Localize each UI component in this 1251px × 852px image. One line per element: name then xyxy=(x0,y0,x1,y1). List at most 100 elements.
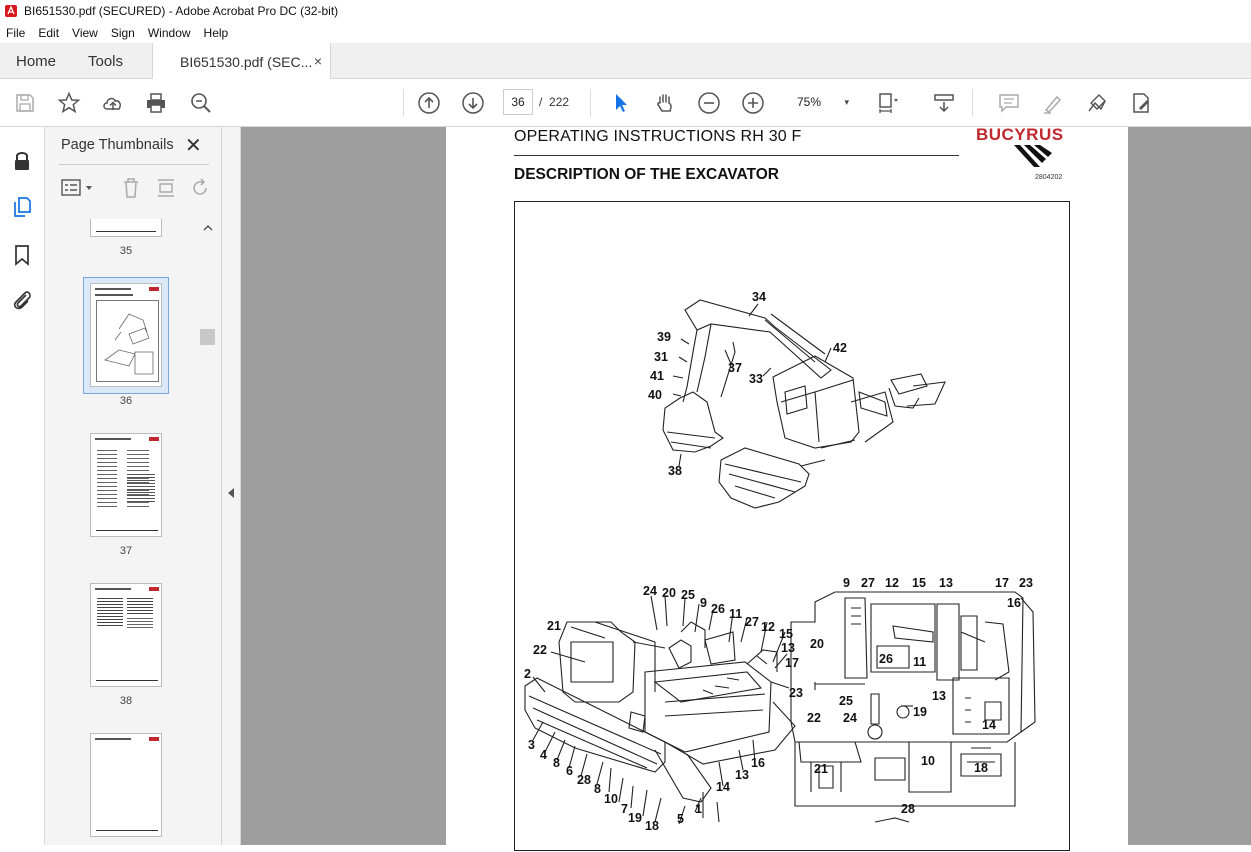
scrollbar-thumb[interactable] xyxy=(200,329,215,345)
callout-label: 23 xyxy=(789,686,803,700)
thumbnail-drawing xyxy=(104,313,154,375)
hand-tool-icon[interactable] xyxy=(653,91,677,115)
zoom-out-icon[interactable] xyxy=(697,91,721,115)
callout-label: 10 xyxy=(604,792,618,806)
callout-label: 17 xyxy=(995,576,1009,590)
callout-label: 27 xyxy=(861,576,875,590)
tab-tools[interactable]: Tools xyxy=(88,43,123,79)
callout-label: 13 xyxy=(939,576,953,590)
callout-label: 31 xyxy=(654,350,668,364)
previous-page-icon[interactable] xyxy=(417,91,441,115)
panel-tools xyxy=(59,175,209,201)
zoom-value: 75% xyxy=(797,95,822,109)
toolbar-separator xyxy=(590,89,591,117)
scroll-up-icon[interactable] xyxy=(203,223,213,233)
left-rail xyxy=(0,127,45,845)
menu-file[interactable]: File xyxy=(6,26,25,40)
panel-collapse-bar[interactable] xyxy=(222,127,241,845)
chevron-down-icon: ▾ xyxy=(844,97,849,107)
toolbar-separator xyxy=(972,89,973,117)
options-menu-icon[interactable] xyxy=(61,179,95,197)
callout-label: 12 xyxy=(761,620,775,634)
callout-label: 33 xyxy=(749,372,763,386)
callout-label: 27 xyxy=(745,615,759,629)
page-fit-icon[interactable] xyxy=(876,91,900,115)
select-cursor-icon[interactable] xyxy=(609,91,633,115)
collapse-arrow-icon[interactable] xyxy=(227,487,235,499)
zoom-in-icon[interactable] xyxy=(741,91,765,115)
callout-label: 22 xyxy=(533,643,547,657)
print-icon[interactable] xyxy=(144,91,168,115)
callout-label: 19 xyxy=(913,705,927,719)
comment-icon[interactable] xyxy=(997,91,1021,115)
thumbnail-page[interactable] xyxy=(90,583,162,687)
pdf-page: OPERATING INSTRUCTIONS RH 30 F DESCRIPTI… xyxy=(446,125,1128,851)
lock-icon[interactable] xyxy=(10,149,34,173)
callout-label: 7 xyxy=(621,802,628,816)
menu-window[interactable]: Window xyxy=(148,26,191,40)
callout-label: 21 xyxy=(814,762,828,776)
attachment-icon[interactable] xyxy=(10,288,34,312)
callout-label: 28 xyxy=(577,773,591,787)
bookmark-icon[interactable] xyxy=(10,243,34,267)
callout-label: 40 xyxy=(648,388,662,402)
callout-label: 14 xyxy=(982,718,996,732)
edit-pdf-icon[interactable] xyxy=(1129,91,1153,115)
callout-label: 23 xyxy=(1019,576,1033,590)
header-rule xyxy=(514,155,959,156)
callout-label: 38 xyxy=(668,464,682,478)
figure-frame: 34 39 42 31 37 41 33 40 38 24 20 25 9 26… xyxy=(514,201,1070,851)
callout-label: 20 xyxy=(810,637,824,651)
menu-sign[interactable]: Sign xyxy=(111,26,135,40)
callout-label: 13 xyxy=(932,689,946,703)
pages-icon[interactable] xyxy=(10,195,34,219)
callout-label: 12 xyxy=(885,576,899,590)
menu-view[interactable]: View xyxy=(72,26,98,40)
thumbnail-scrollbar[interactable] xyxy=(200,221,216,845)
thumbnails-panel: Page Thumbnails ✕ 35 36 37 38 xyxy=(45,127,222,845)
callout-label: 2 xyxy=(524,667,531,681)
callout-label: 5 xyxy=(677,812,684,826)
sign-icon[interactable] xyxy=(1085,91,1109,115)
rotate-icon[interactable] xyxy=(189,177,211,199)
toolbar xyxy=(0,79,1251,127)
callout-label: 3 xyxy=(528,738,535,752)
tab-close-icon[interactable]: × xyxy=(314,53,322,69)
highlight-icon[interactable] xyxy=(1041,91,1065,115)
thumbnail-page[interactable] xyxy=(90,283,162,387)
document-number: 2804202 xyxy=(1035,174,1063,181)
thumbnail-page[interactable] xyxy=(90,219,162,237)
panel-title: Page Thumbnails xyxy=(61,137,174,153)
tab-document[interactable]: BI651530.pdf (SEC... × xyxy=(152,43,331,80)
callout-label: 18 xyxy=(645,819,659,833)
callout-label: 4 xyxy=(540,748,547,762)
callout-label: 9 xyxy=(700,596,707,610)
next-page-icon[interactable] xyxy=(461,91,485,115)
star-icon[interactable] xyxy=(57,91,81,115)
callout-label: 8 xyxy=(594,782,601,796)
title-bar: BI651530.pdf (SECURED) - Adobe Acrobat P… xyxy=(0,0,1251,22)
tab-home[interactable]: Home xyxy=(16,43,56,79)
upload-cloud-icon[interactable] xyxy=(101,91,125,115)
delete-icon[interactable] xyxy=(121,177,141,199)
save-icon[interactable] xyxy=(13,91,37,115)
zoom-select[interactable]: 75% ▾ xyxy=(789,89,855,115)
thumbnail-label: 38 xyxy=(119,695,133,707)
tab-document-label: BI651530.pdf (SEC... xyxy=(180,53,313,70)
menu-edit[interactable]: Edit xyxy=(38,26,59,40)
search-zoom-icon[interactable] xyxy=(189,91,213,115)
insert-pages-icon[interactable] xyxy=(155,177,177,199)
excavator-drawing xyxy=(524,299,1036,825)
menu-bar: File Edit View Sign Window Help xyxy=(0,22,1251,43)
thumbnail-page[interactable] xyxy=(90,733,162,837)
close-icon[interactable]: ✕ xyxy=(185,133,202,158)
total-pages: 222 xyxy=(549,95,570,109)
scroll-mode-icon[interactable] xyxy=(932,91,956,115)
page-number-input[interactable]: 36 xyxy=(503,89,533,115)
callout-label: 1 xyxy=(695,802,702,816)
menu-help[interactable]: Help xyxy=(204,26,229,40)
thumbnail-page[interactable] xyxy=(90,433,162,537)
callout-label: 26 xyxy=(711,602,725,616)
callout-label: 18 xyxy=(974,761,988,775)
thumbnail-label: 36 xyxy=(119,395,133,407)
